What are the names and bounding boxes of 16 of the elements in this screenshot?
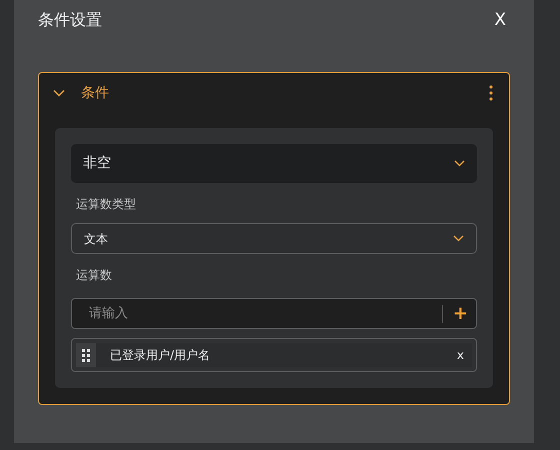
add-button[interactable]: + — [442, 304, 476, 322]
tag-text: 已登录用户/用户名 — [109, 347, 212, 364]
chevron-icon — [53, 89, 65, 97]
close-button[interactable]: X — [490, 12, 510, 29]
dialog-title: 条件设置 — [38, 9, 102, 31]
operator-select[interactable]: 非空 — [71, 144, 477, 183]
condition-toggle[interactable]: 条件 — [53, 82, 109, 104]
field-label: 运算数 — [76, 268, 112, 282]
more-icon[interactable] — [487, 85, 495, 101]
operand-input-field[interactable]: 请输入 + — [71, 298, 477, 329]
chevron-down-icon — [454, 160, 465, 167]
drag-handle-icon[interactable] — [76, 343, 96, 367]
field-label: 运算数类型 — [76, 197, 136, 211]
operand-type-select[interactable]: 文本 — [71, 223, 477, 254]
remove-button[interactable]: x — [448, 346, 472, 364]
chevron-down-icon — [453, 235, 464, 242]
